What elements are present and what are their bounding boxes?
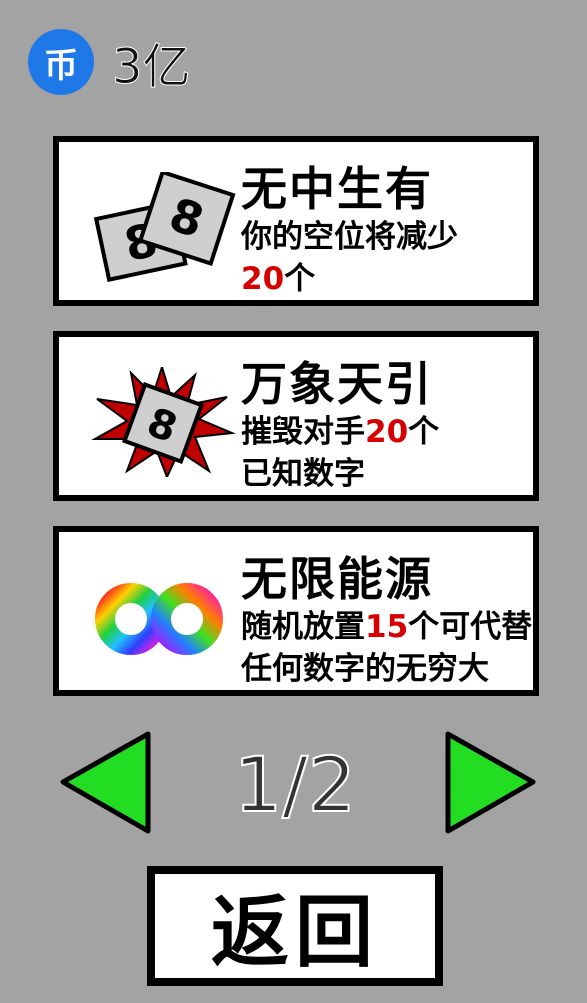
card-desc-line2: 已知数字 bbox=[241, 456, 365, 492]
arrow-right-icon[interactable] bbox=[443, 730, 538, 835]
card-desc-number: 20 bbox=[365, 414, 409, 450]
spiked-burst-dice-icon: 8 bbox=[91, 367, 236, 477]
dice-pair-icon: 8 8 bbox=[93, 172, 236, 282]
coin-balance: 币 3亿 bbox=[28, 29, 192, 96]
card-desc-line2: 任何数字的无穷大 bbox=[241, 651, 489, 687]
card-desc-number: 15 bbox=[365, 609, 409, 645]
card-desc-number: 20 bbox=[241, 261, 285, 297]
coin-icon: 币 bbox=[28, 29, 94, 95]
back-button[interactable]: 返回 bbox=[147, 866, 443, 986]
card-desc-line1: 摧毁对手20个 bbox=[241, 414, 440, 450]
page-indicator: 1/2 bbox=[233, 739, 357, 830]
card-desc-line2: 20个 bbox=[241, 261, 316, 297]
rainbow-infinity-icon bbox=[95, 583, 223, 655]
coin-amount: 3亿 bbox=[112, 39, 192, 96]
skill-card-3[interactable]: 无限能源 随机放置15个可代替 任何数字的无穷大 bbox=[53, 526, 539, 696]
pager: 1/2 bbox=[0, 730, 587, 840]
skill-card-2[interactable]: 8 万象天引 摧毁对手20个 已知数字 bbox=[53, 331, 539, 501]
card-desc-line1: 你的空位将减少 bbox=[241, 219, 458, 255]
skill-card-1[interactable]: 8 8 无中生有 你的空位将减少 20个 bbox=[53, 136, 539, 306]
card-title: 无限能源 bbox=[241, 552, 433, 606]
arrow-left-icon[interactable] bbox=[58, 730, 153, 835]
card-title: 万象天引 bbox=[241, 357, 433, 411]
card-title: 无中生有 bbox=[241, 162, 433, 216]
card-desc-line1: 随机放置15个可代替 bbox=[241, 609, 533, 645]
